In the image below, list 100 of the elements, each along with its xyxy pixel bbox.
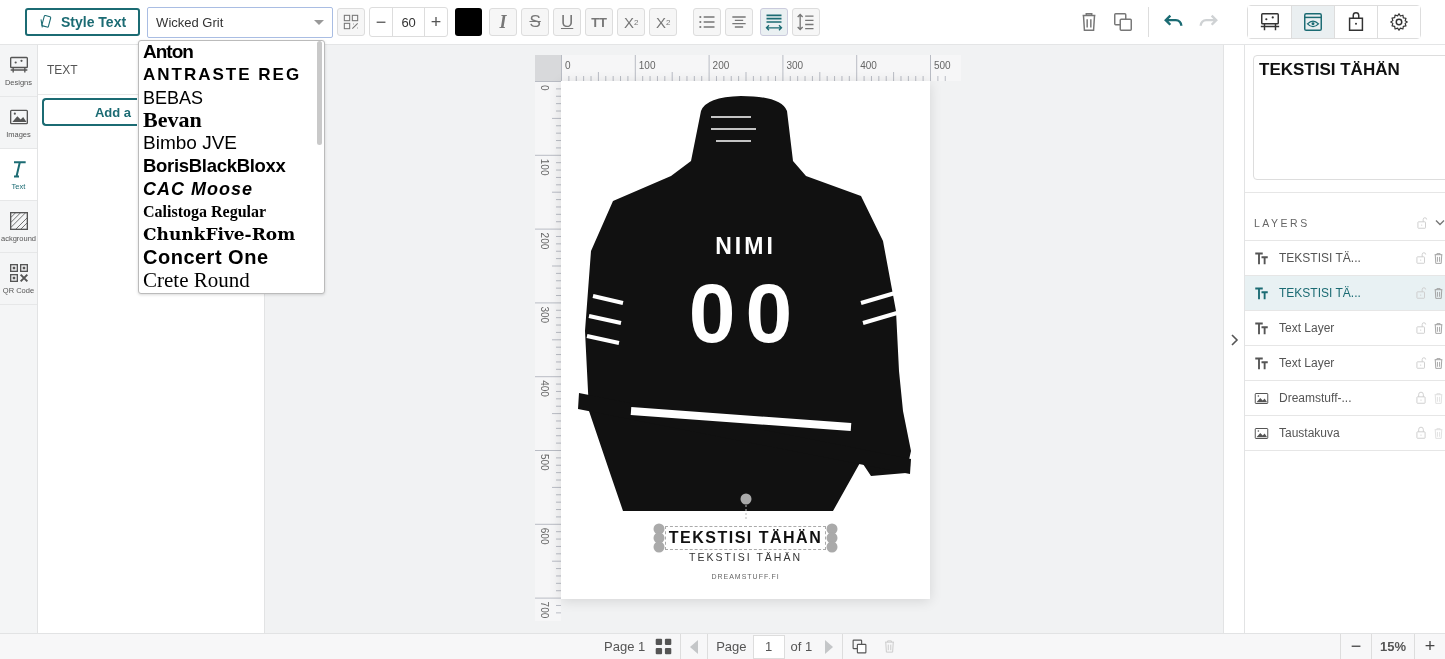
layers-heading: LAYERS [1254, 216, 1311, 229]
layer-row[interactable]: Text Layer [1245, 346, 1445, 381]
align-button[interactable] [725, 8, 754, 36]
unlocked-padlock-icon [1415, 215, 1429, 230]
resize-handle[interactable] [652, 523, 665, 553]
rotate-handle[interactable] [739, 493, 752, 521]
subtitle-text: TEKSTISI TÄHÄN [689, 551, 802, 563]
headline-text[interactable]: TEKSTISI TÄHÄN [664, 526, 827, 550]
format-button[interactable]: I [489, 8, 518, 36]
text-size-icon [1253, 250, 1270, 266]
ruler-label: 100 [638, 60, 656, 71]
increase-size-button[interactable]: + [425, 11, 448, 33]
letter-spacing-icon [764, 12, 785, 32]
layer-name: TEKSTISI TÄ... [1279, 251, 1362, 265]
layer-name: Dreamstuff-... [1279, 391, 1353, 405]
ruler-label: 200 [539, 232, 550, 250]
text-size-icon [1253, 355, 1270, 371]
caret-icon [314, 19, 325, 25]
layer-row[interactable]: Taustakuva [1245, 416, 1445, 451]
layer-name: Taustakuva [1279, 426, 1341, 440]
font-option[interactable]: Concert One [143, 246, 269, 269]
font-option[interactable]: Anton [143, 41, 193, 64]
settings-icon [1388, 11, 1410, 33]
qr-code-icon [7, 262, 30, 283]
format-button[interactable]: X$^{2}$ [617, 8, 646, 36]
ruler-label: 500 [539, 454, 550, 471]
settings-view-tab[interactable] [1377, 6, 1420, 38]
font-size-field[interactable]: 60 [392, 8, 426, 36]
panel-title: TEXT [47, 62, 78, 77]
unlocked-padlock-icon [1414, 251, 1428, 265]
layer-row[interactable]: Text Layer [1245, 311, 1445, 346]
layer-name: Text Layer [1279, 356, 1336, 370]
text-symbol-icon [343, 14, 360, 30]
ruler-label: 300 [539, 306, 550, 324]
trash-icon [1432, 355, 1445, 371]
trash-icon [1432, 320, 1445, 336]
page-label: Page 1 [604, 639, 646, 654]
unlocked-padlock-icon [1414, 321, 1428, 335]
format-button[interactable]: U [553, 8, 582, 36]
ruler-label: 200 [712, 60, 730, 71]
text-size-icon [1253, 285, 1270, 301]
grid-icon [655, 638, 673, 655]
chevron-down-icon [1435, 218, 1445, 227]
format-button[interactable]: TT [585, 8, 614, 36]
padlock-icon [1414, 426, 1428, 440]
duplicate-page-icon [851, 638, 869, 655]
layer-row[interactable]: TEKSTISI TÄ... [1245, 276, 1445, 311]
chevron-right-icon [1229, 333, 1239, 347]
layer-name: TEKSTISI TÄ... [1279, 286, 1362, 300]
layer-row[interactable]: Dreamstuff-... [1245, 381, 1445, 416]
zoom-in-button[interactable]: + [1415, 636, 1445, 657]
board-icon [7, 54, 30, 75]
text-color-swatch[interactable] [455, 8, 483, 36]
eye-window-icon [1302, 11, 1324, 33]
font-option[interactable]: ANTRASTE REG [143, 63, 302, 87]
list-button[interactable] [693, 8, 722, 36]
font-option[interactable]: ChunkFive-Rom [143, 223, 296, 247]
ruler-label: 400 [539, 380, 550, 397]
spacing-button[interactable] [760, 8, 789, 36]
font-option[interactable]: Bevan [143, 109, 202, 133]
jersey-number: 00 [688, 271, 803, 355]
add-text-button[interactable]: Add a [42, 98, 137, 126]
image-icon [1253, 425, 1270, 441]
next-page-icon [824, 638, 835, 655]
jersey-name: NIMI [715, 233, 776, 260]
ruler-label: 300 [786, 60, 804, 71]
zoom-out-button[interactable]: − [1341, 636, 1371, 657]
padlock-icon [1414, 391, 1428, 405]
text-size-icon [1253, 320, 1270, 336]
ruler-label: 100 [539, 158, 550, 176]
duplicate-icon [1112, 11, 1134, 33]
ruler-corner [535, 55, 561, 81]
line-height-button[interactable] [792, 8, 821, 36]
style-text-button[interactable]: Style Text [25, 8, 141, 36]
decrease-size-button[interactable]: − [370, 11, 393, 33]
ruler-label: 500 [934, 60, 951, 71]
trash-icon [1432, 285, 1445, 301]
text-input-field[interactable]: TEKSTISI TÄHÄN [1253, 55, 1445, 180]
ruler-label: 700 [539, 601, 550, 619]
font-option[interactable]: Calistoga Regular [143, 200, 267, 224]
scrollbar-thumb[interactable] [317, 41, 322, 145]
font-option[interactable]: BEBAS [143, 86, 204, 110]
ruler-label: 400 [860, 60, 877, 71]
trash-icon [1432, 250, 1445, 266]
resize-handle[interactable] [826, 523, 839, 553]
preview-view-tab[interactable] [1291, 6, 1334, 38]
format-button[interactable]: S [521, 8, 550, 36]
page-count: of 1 [790, 639, 813, 654]
font-option[interactable]: Crete Round [143, 268, 250, 292]
page-word: Page [716, 639, 747, 654]
font-dropdown[interactable]: Wicked Grit [147, 6, 334, 38]
unlocked-padlock-icon [1414, 356, 1428, 370]
ruler-label: 600 [539, 527, 550, 545]
unlocked-padlock-icon [1414, 286, 1428, 300]
page-number-field[interactable]: 1 [752, 634, 785, 659]
hatched-square-icon [7, 210, 30, 231]
font-option[interactable]: Bimbo JVE [143, 132, 237, 155]
font-settings-button[interactable] [337, 8, 366, 36]
font-option[interactable]: CAC Moose [143, 177, 253, 201]
font-option[interactable]: BorisBlackBloxx [143, 155, 286, 178]
